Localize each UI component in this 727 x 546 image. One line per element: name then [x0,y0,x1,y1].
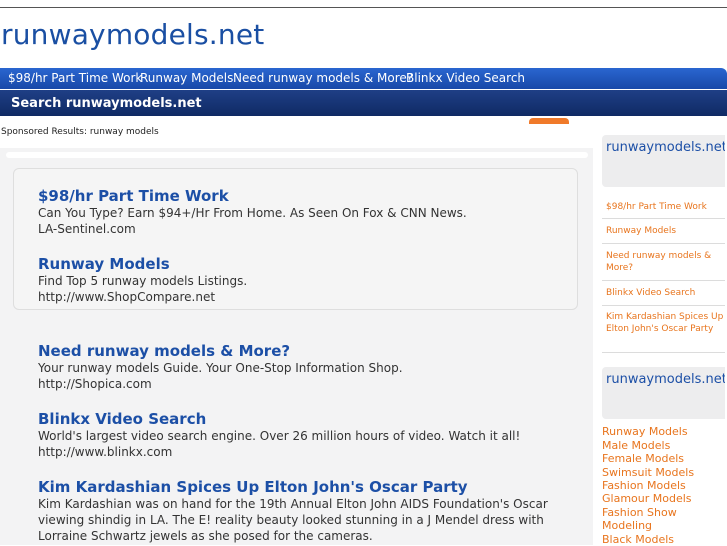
divider [602,352,725,353]
nav-link-blinkx-video-search[interactable]: Blinkx Video Search [406,71,525,85]
sidebar-links-header: runwaymodels.net Links [602,135,725,187]
sidebar-link[interactable]: Need runway models & More? [606,250,724,274]
nav-link-need-runway-models[interactable]: Need runway models & More? [233,71,413,85]
sidebar-categories-heading: runwaymodels.net Categories [606,372,725,387]
ad-title-link[interactable]: Runway Models [38,255,583,273]
category-link[interactable]: Fashion Show [602,506,677,519]
ad-url[interactable]: http://www.ShopCompare.net [38,289,583,305]
ad-result: $98/hr Part Time Work Can You Type? Earn… [38,187,583,237]
sidebar-link[interactable]: Blinkx Video Search [606,287,724,299]
ad-description: World's largest video search engine. Ove… [38,429,521,443]
sidebar-links-heading: runwaymodels.net Links [606,140,725,155]
category-link[interactable]: Fashion Models [602,479,686,492]
sidebar-link[interactable]: Runway Models [606,225,724,237]
ad-title-link[interactable]: Need runway models & More? [38,342,583,360]
nav-bar: $98/hr Part Time Work Runway Models Need… [0,68,727,89]
results-panel-header [6,152,588,158]
ad-result: Runway Models Find Top 5 runway models L… [38,255,583,305]
ad-url[interactable]: http://www.blinkx.com [38,444,583,460]
ad-description: Kim Kardashian was on hand for the 19th … [38,497,548,543]
nav-link-part-time-work[interactable]: $98/hr Part Time Work [8,71,142,85]
search-input[interactable] [18,116,518,122]
ad-title-link[interactable]: Kim Kardashian Spices Up Elton John's Os… [38,478,583,496]
ad-url[interactable]: http://Shopica.com [38,376,583,392]
ad-title-link[interactable]: $98/hr Part Time Work [38,187,583,205]
sidebar-link[interactable]: $98/hr Part Time Work [606,201,724,213]
ad-description: Can You Type? Earn $94+/Hr From Home. As… [38,206,467,220]
search-button[interactable] [529,118,569,124]
site-title[interactable]: runwaymodels.net [1,18,264,51]
category-link[interactable]: Black Models [602,533,674,546]
category-link[interactable]: Glamour Models [602,492,692,505]
sidebar-categories-header: runwaymodels.net Categories [602,367,725,419]
nav-link-runway-models[interactable]: Runway Models [140,71,233,85]
category-link[interactable]: Modeling [602,519,652,532]
divider [602,218,725,219]
sidebar-link[interactable]: Kim Kardashian Spices Up Elton John's Os… [606,311,724,335]
ad-result: Kim Kardashian Spices Up Elton John's Os… [38,478,583,544]
category-link[interactable]: Male Models [602,439,670,452]
ad-description: Find Top 5 runway models Listings. [38,274,248,288]
category-link[interactable]: Runway Models [602,425,688,438]
ad-result: Blinkx Video Search World's largest vide… [38,410,583,460]
category-link[interactable]: Swimsuit Models [602,466,694,479]
search-label: Search runwaymodels.net [11,96,202,111]
sponsored-results-label: Sponsored Results: runway models [1,127,159,137]
divider [602,243,725,244]
ad-title-link[interactable]: Blinkx Video Search [38,410,583,428]
ad-result: Need runway models & More? Your runway m… [38,342,583,392]
top-divider [0,7,727,8]
category-link[interactable]: Female Models [602,452,684,465]
ad-url[interactable]: LA-Sentinel.com [38,221,583,237]
divider [602,305,725,306]
ad-description: Your runway models Guide. Your One-Stop … [38,361,403,375]
divider [602,280,725,281]
